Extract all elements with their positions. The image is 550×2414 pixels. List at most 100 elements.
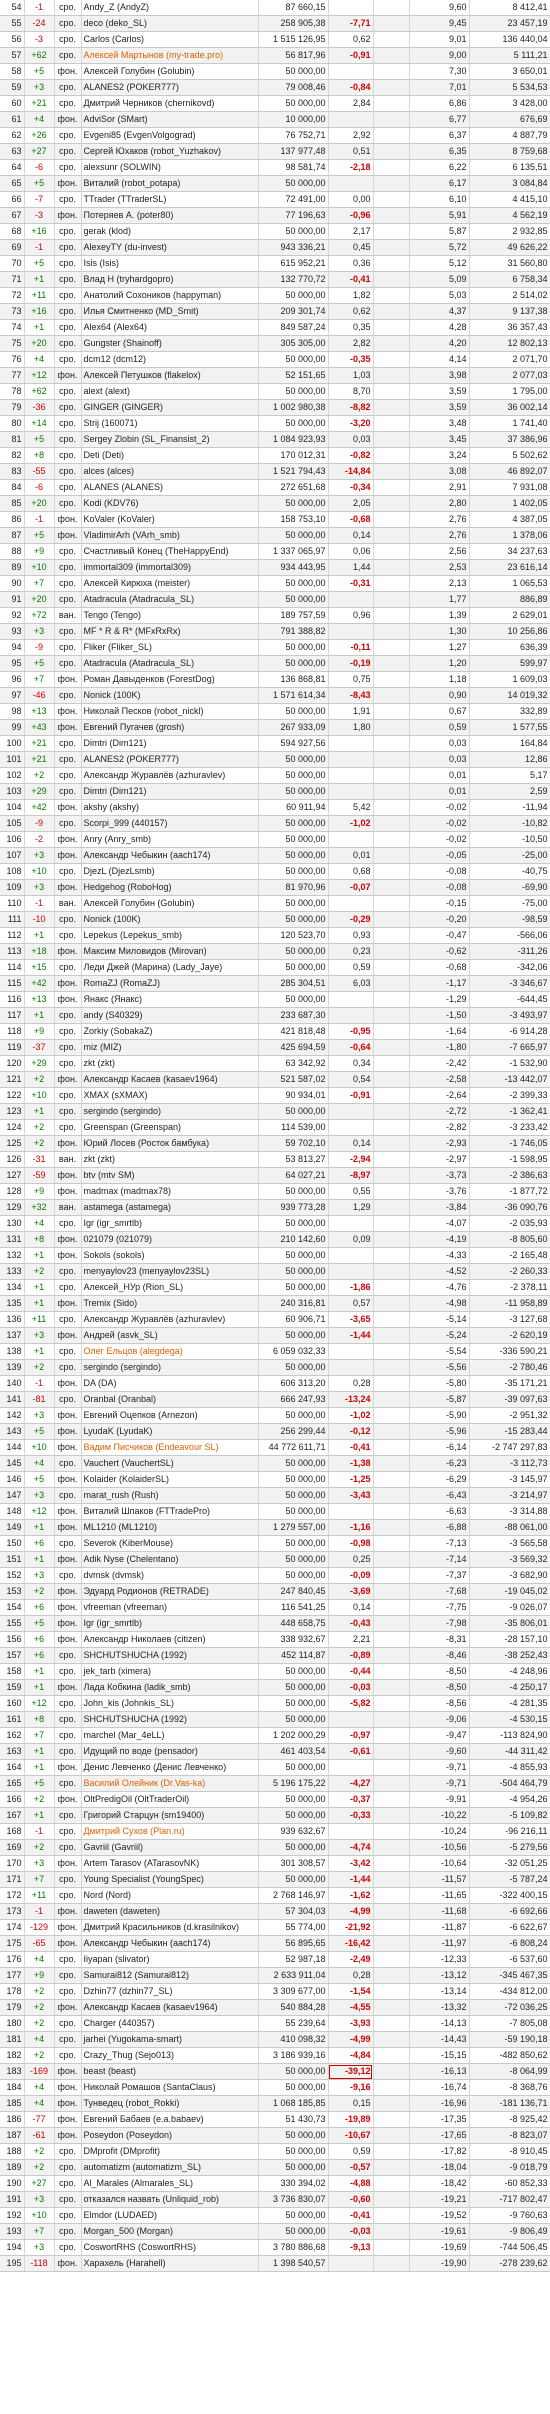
participant-name-cell[interactable]: jek_tarb (ximera) [81,1663,259,1680]
participant-name-cell[interactable]: LyudaK (LyudaK) [81,1423,259,1440]
participant-name-cell[interactable]: Sergey Zlobin (SL_Finansist_2) [81,431,259,448]
participant-name-cell[interactable]: Александр Чебыкин (aach174) [81,847,259,864]
participant-name-cell[interactable]: gerak (klod) [81,223,259,240]
participant-name-cell[interactable]: Gavriil (Gavriil) [81,1839,259,1856]
participant-name-cell[interactable]: Igr (igr_smrtlb) [81,1615,259,1632]
participant-name-cell[interactable]: Sokols (sokols) [81,1247,259,1264]
participant-name-cell[interactable]: ALANES2 (POKER777) [81,751,259,768]
participant-name-cell[interactable]: zkt (zkt) [81,1151,259,1168]
participant-name-cell[interactable]: vfreeman (vfreeman) [81,1599,259,1616]
participant-name-cell[interactable]: miz (MIZ) [81,1039,259,1056]
participant-name-cell[interactable]: alext (alext) [81,383,259,400]
participant-name-cell[interactable]: Николай Песков (robot_nickl) [81,703,259,720]
participant-name-cell[interactable]: Идущий по воде (pensador) [81,1743,259,1760]
participant-name-cell[interactable]: Crazy_Thug (Sejo013) [81,2047,259,2064]
participant-name-cell[interactable]: MF * R & R* (MFxRxRx) [81,623,259,640]
participant-name-cell[interactable]: Алексей_НУр (Rion_SL) [81,1279,259,1296]
participant-name-cell[interactable]: Greenspan (Greenspan) [81,1119,259,1136]
participant-name-cell[interactable]: btv (mtv SM) [81,1167,259,1184]
participant-name-cell[interactable]: KoValer (KoValer) [81,511,259,528]
participant-name-cell[interactable]: dvmsk (dvmsk) [81,1567,259,1584]
participant-name-cell[interactable]: Харахель (Harahell) [81,2255,259,2272]
participant-name-cell[interactable]: Hedgehog (RoboHog) [81,879,259,896]
participant-name-cell[interactable]: GINGER (GINGER) [81,399,259,416]
participant-name-cell[interactable]: отказался назвать (Unliquid_rob) [81,2191,259,2208]
participant-name-cell[interactable]: OltPredigOil (OltTraderOil) [81,1791,259,1808]
participant-name-cell[interactable]: SHCHUTSHUCHA (1992) [81,1647,259,1664]
participant-name-cell[interactable]: Andy_Z (AndyZ) [81,0,259,16]
participant-name-cell[interactable]: 021079 (021079) [81,1231,259,1248]
participant-name-cell[interactable]: alces (alces) [81,463,259,480]
participant-name-cell[interactable]: Atadracula (Atadracula_SL) [81,591,259,608]
participant-name-cell[interactable]: Zorkiy (SobakaZ) [81,1023,259,1040]
participant-name-cell[interactable]: Evgeni85 (EvgenVolgograd) [81,127,259,144]
participant-name-cell[interactable]: ALANES2 (POKER777) [81,79,259,96]
participant-name-cell[interactable]: Isis (Isis) [81,255,259,272]
participant-name-cell[interactable]: Анатолий Сохоников (happyman) [81,287,259,304]
participant-name-cell[interactable]: AdviSor (SMart) [81,111,259,128]
participant-name-cell[interactable]: madmax (madmax78) [81,1183,259,1200]
participant-name-cell[interactable]: alexsunr (SOLWIN) [81,159,259,176]
participant-name-cell[interactable]: Tengo (Tengo) [81,607,259,624]
participant-name-cell[interactable]: Андрей (asvk_SL) [81,1327,259,1344]
participant-name-cell[interactable]: Тунведец (robot_Rokki) [81,2095,259,2112]
participant-name-cell[interactable]: SHCHUTSHUCHA (1992) [81,1711,259,1728]
participant-name-cell[interactable]: Роман Давыденков (ForestDog) [81,671,259,688]
participant-name-cell[interactable]: DMprofit (DMprofit) [81,2143,259,2160]
participant-name-cell[interactable]: immortal309 (immortal309) [81,559,259,576]
participant-name-cell[interactable]: beast (beast) [81,2063,259,2080]
participant-name-cell[interactable]: Severok (KiberMouse) [81,1535,259,1552]
participant-name-cell[interactable]: astamega (astamega) [81,1199,259,1216]
participant-name-cell[interactable]: Gungster (Shainoff) [81,335,259,352]
participant-name-cell[interactable]: Nonick (100K) [81,687,259,704]
participant-name-cell[interactable]: Сергей Юхаков (robot_Yuzhakov) [81,143,259,160]
participant-name-cell[interactable]: Oranbal (Oranbal) [81,1391,259,1408]
participant-name-cell[interactable]: Young Specialist (YoungSpec) [81,1871,259,1888]
participant-name-cell[interactable]: Elmdor (LUDAED) [81,2207,259,2224]
participant-name-cell[interactable]: Igr (igr_smrtlb) [81,1215,259,1232]
participant-name-cell[interactable]: Alex64 (Alex64) [81,319,259,336]
participant-name-cell[interactable]: TTrader (TTraderSL) [81,191,259,208]
participant-name-cell[interactable]: Григорий Старцун (sm19400) [81,1807,259,1824]
participant-name-cell[interactable]: Вадим Писчиков (Endeavour SL) [81,1439,259,1456]
participant-name-cell[interactable]: Iiyapan (slivator) [81,1951,259,1968]
participant-name-cell[interactable]: Fliker (Fliker_SL) [81,639,259,656]
participant-name-cell[interactable]: Олег Ельцов (alegdega) [81,1343,259,1360]
participant-name-cell[interactable]: Vauchert (VauchertSL) [81,1455,259,1472]
participant-name-cell[interactable]: sergindo (sergindo) [81,1359,259,1376]
participant-name-cell[interactable]: Nord (Nord) [81,1887,259,1904]
participant-name-cell[interactable]: Счастливый Конец (TheHappyEnd) [81,543,259,560]
participant-name-cell[interactable]: Dzhin77 (dzhin77_SL) [81,1983,259,2000]
participant-name-cell[interactable]: Алексей Кирюха (meister) [81,575,259,592]
participant-name-cell[interactable]: Виталий Шпаков (FTTradePro) [81,1503,259,1520]
participant-name-cell[interactable]: Алексей Мартынов (my-trade.pro) [81,47,259,64]
participant-name-cell[interactable]: Лада Кобкина (ladik_smb) [81,1679,259,1696]
participant-name-cell[interactable]: Samurai812 (Samurai812) [81,1967,259,1984]
participant-name-cell[interactable]: DjezL (DjezLsmb) [81,863,259,880]
participant-name-cell[interactable]: andy (S40329) [81,1007,259,1024]
participant-name-cell[interactable]: Потеряев А. (poter80) [81,207,259,224]
participant-name-cell[interactable]: ML1210 (ML1210) [81,1519,259,1536]
participant-name-cell[interactable]: marchel (Mar_4eLL) [81,1727,259,1744]
participant-name-cell[interactable]: Александр Касаев (kasaev1964) [81,1071,259,1088]
participant-name-cell[interactable]: Atadracula (Atadracula_SL) [81,655,259,672]
participant-name-cell[interactable]: Александр Николаев (citizen) [81,1631,259,1648]
participant-name-cell[interactable]: Василий Олейник (Dr.Vas-ka) [81,1775,259,1792]
participant-name-cell[interactable]: Anry (Anry_smb) [81,831,259,848]
participant-name-cell[interactable]: Алексей Петушков (flakelox) [81,367,259,384]
participant-name-cell[interactable]: Николай Ромашов (SantaClaus) [81,2079,259,2096]
participant-name-cell[interactable]: Artem Tarasov (ATarasovNK) [81,1855,259,1872]
participant-name-cell[interactable]: automatizm (automatizm_SL) [81,2159,259,2176]
participant-name-cell[interactable]: sergindo (sergindo) [81,1103,259,1120]
participant-name-cell[interactable]: Денис Левченко (Денис Левченко) [81,1759,259,1776]
participant-name-cell[interactable]: deco (deko_SL) [81,15,259,32]
participant-name-cell[interactable]: Виталий (robot_potapa) [81,175,259,192]
participant-name-cell[interactable]: DA (DA) [81,1375,259,1392]
participant-name-cell[interactable]: AlexeyTY (du-invest) [81,239,259,256]
participant-name-cell[interactable]: Александр Журавлёв (azhuravlev) [81,1311,259,1328]
participant-name-cell[interactable]: VladimirArh (VArh_smb) [81,527,259,544]
participant-name-cell[interactable]: Евгений Пугачев (grosh) [81,719,259,736]
participant-name-cell[interactable]: Александр Касаев (kasaev1964) [81,1999,259,2016]
participant-name-cell[interactable]: Poseydon (Poseydon) [81,2127,259,2144]
participant-name-cell[interactable]: menyaylov23 (menyaylov23SL) [81,1263,259,1280]
